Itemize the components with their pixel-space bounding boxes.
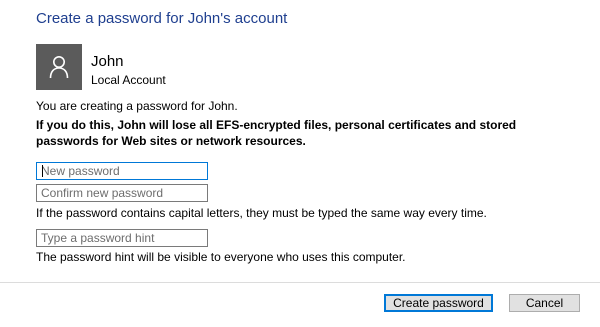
account-type: Local Account bbox=[91, 73, 166, 87]
avatar bbox=[36, 44, 82, 90]
new-password-field[interactable] bbox=[36, 162, 208, 180]
intro-text: You are creating a password for John. bbox=[36, 99, 238, 113]
warning-text: If you do this, John will lose all EFS-e… bbox=[36, 118, 517, 148]
account-text: John Local Account bbox=[91, 53, 166, 88]
capital-letters-note: If the password contains capital letters… bbox=[36, 206, 487, 220]
cancel-button[interactable]: Cancel bbox=[509, 294, 580, 312]
create-password-button[interactable]: Create password bbox=[384, 294, 493, 312]
dialog-title: Create a password for John's account bbox=[36, 10, 288, 27]
confirm-password-field[interactable] bbox=[36, 184, 208, 202]
dialog-footer: Create password Cancel bbox=[0, 282, 600, 327]
account-info: John Local Account bbox=[36, 44, 166, 90]
password-hint-field[interactable] bbox=[36, 229, 208, 247]
account-name: John bbox=[91, 53, 124, 70]
text-caret bbox=[42, 165, 43, 177]
hint-visibility-note: The password hint will be visible to eve… bbox=[36, 250, 406, 264]
user-icon bbox=[49, 56, 69, 79]
